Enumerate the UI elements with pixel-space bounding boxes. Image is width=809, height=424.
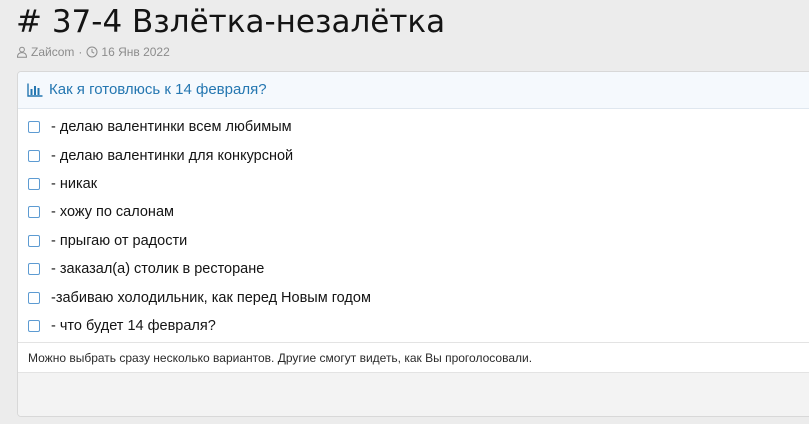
bar-chart-icon (27, 83, 43, 97)
option-label[interactable]: -забиваю холодильник, как перед Новым го… (51, 290, 371, 306)
option-label[interactable]: - заказал(а) столик в ресторане (51, 261, 264, 277)
poll-option[interactable]: - никак (18, 170, 809, 198)
poll-header: Как я готовлюсь к 14 февраля? (18, 72, 809, 109)
option-checkbox[interactable] (28, 291, 40, 304)
poll-question: Как я готовлюсь к 14 февраля? (49, 81, 267, 98)
option-label[interactable]: - делаю валентинки для конкурсной (51, 148, 293, 164)
option-label[interactable]: - что будет 14 февраля? (51, 318, 216, 334)
clock-icon (86, 46, 98, 58)
poll-option[interactable]: - делаю валентинки всем любимым (18, 113, 809, 141)
poll-option[interactable]: - хожу по салонам (18, 198, 809, 226)
meta-separator: · (78, 45, 83, 59)
thread-date[interactable]: 16 Янв 2022 (101, 44, 169, 60)
poll-options: - делаю валентинки всем любимым - делаю … (18, 109, 809, 340)
page-title: # 37-4 Взлётка-незалётка (16, 4, 446, 40)
option-checkbox[interactable] (28, 177, 40, 190)
poll-option[interactable]: - прыгаю от радости (18, 227, 809, 255)
option-checkbox[interactable] (28, 206, 40, 219)
poll-option[interactable]: - заказал(а) столик в ресторане (18, 255, 809, 283)
option-label[interactable]: - делаю валентинки всем любимым (51, 119, 292, 135)
poll-hint: Можно выбрать сразу несколько вариантов.… (18, 342, 809, 372)
author-link[interactable]: Zaйcom (31, 44, 74, 60)
option-checkbox[interactable] (28, 149, 40, 162)
poll-block: Как я готовлюсь к 14 февраля? - делаю ва… (17, 71, 809, 417)
option-label[interactable]: - хожу по салонам (51, 204, 174, 220)
option-label[interactable]: - прыгаю от радости (51, 233, 187, 249)
option-checkbox[interactable] (28, 263, 40, 276)
user-icon (16, 46, 28, 58)
option-checkbox[interactable] (28, 121, 40, 134)
option-checkbox[interactable] (28, 234, 40, 247)
option-label[interactable]: - никак (51, 176, 97, 192)
thread-meta: Zaйcom · 16 Янв 2022 (16, 44, 170, 60)
poll-option[interactable]: - что будет 14 февраля? (18, 312, 809, 340)
option-checkbox[interactable] (28, 319, 40, 332)
poll-footer (18, 372, 809, 416)
poll-option[interactable]: - делаю валентинки для конкурсной (18, 141, 809, 169)
poll-option[interactable]: -забиваю холодильник, как перед Новым го… (18, 283, 809, 311)
